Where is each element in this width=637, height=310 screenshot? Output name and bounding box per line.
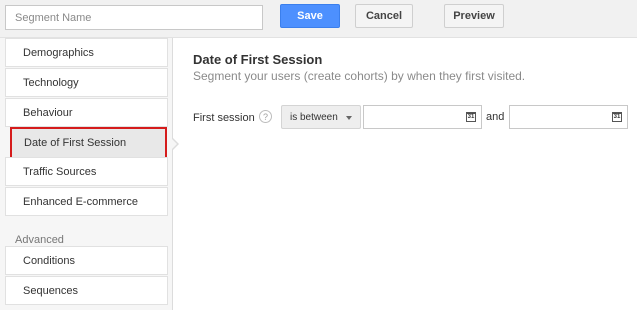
- help-icon[interactable]: ?: [259, 110, 272, 123]
- start-date-input[interactable]: 31: [363, 105, 482, 129]
- operator-select-value: is between: [290, 111, 338, 123]
- sidebar-item-label: Demographics: [23, 46, 94, 59]
- first-session-label: First session: [193, 112, 255, 124]
- save-button[interactable]: Save: [280, 4, 340, 28]
- cancel-button[interactable]: Cancel: [355, 4, 413, 28]
- calendar-icon[interactable]: 31: [612, 112, 622, 122]
- sidebar-item-traffic-sources[interactable]: Traffic Sources: [5, 157, 168, 186]
- sidebar-item-sequences[interactable]: Sequences: [5, 276, 168, 305]
- sidebar-item-label: Sequences: [23, 284, 79, 297]
- sidebar-item-label: Technology: [23, 76, 79, 89]
- sidebar-item-date-of-first-session[interactable]: Date of First Session: [10, 127, 167, 159]
- panel-subtitle: Segment your users (create cohorts) by w…: [193, 69, 526, 83]
- preview-button[interactable]: Preview: [444, 4, 504, 28]
- end-date-input[interactable]: 31: [509, 105, 628, 129]
- sidebar-item-label: Conditions: [23, 254, 75, 267]
- sidebar-item-behaviour[interactable]: Behaviour: [5, 98, 168, 127]
- segment-name-input[interactable]: [5, 5, 263, 30]
- operator-select[interactable]: is between: [281, 105, 361, 129]
- sidebar-item-conditions[interactable]: Conditions: [5, 246, 168, 275]
- calendar-icon[interactable]: 31: [466, 112, 476, 122]
- sidebar-item-label: Enhanced E-commerce: [23, 195, 138, 208]
- sidebar-item-technology[interactable]: Technology: [5, 68, 168, 97]
- segment-editor-panel: Date of First Session Segment your users…: [174, 38, 637, 310]
- sidebar-item-label: Date of First Session: [24, 137, 127, 149]
- sidebar-group-label-advanced: Advanced: [15, 234, 64, 246]
- segment-toolbar: Save Cancel Preview: [0, 0, 637, 38]
- sidebar-item-label: Traffic Sources: [23, 165, 97, 178]
- sidebar-item-enhanced-ecommerce[interactable]: Enhanced E-commerce: [5, 187, 168, 216]
- sidebar-item-label: Behaviour: [23, 106, 73, 119]
- panel-title: Date of First Session: [193, 52, 323, 67]
- and-label: and: [486, 111, 505, 123]
- sidebar-item-demographics[interactable]: Demographics: [5, 38, 168, 67]
- dropdown-arrow-icon: [346, 116, 352, 120]
- segment-category-sidebar: Demographics Technology Behaviour Date o…: [0, 38, 179, 310]
